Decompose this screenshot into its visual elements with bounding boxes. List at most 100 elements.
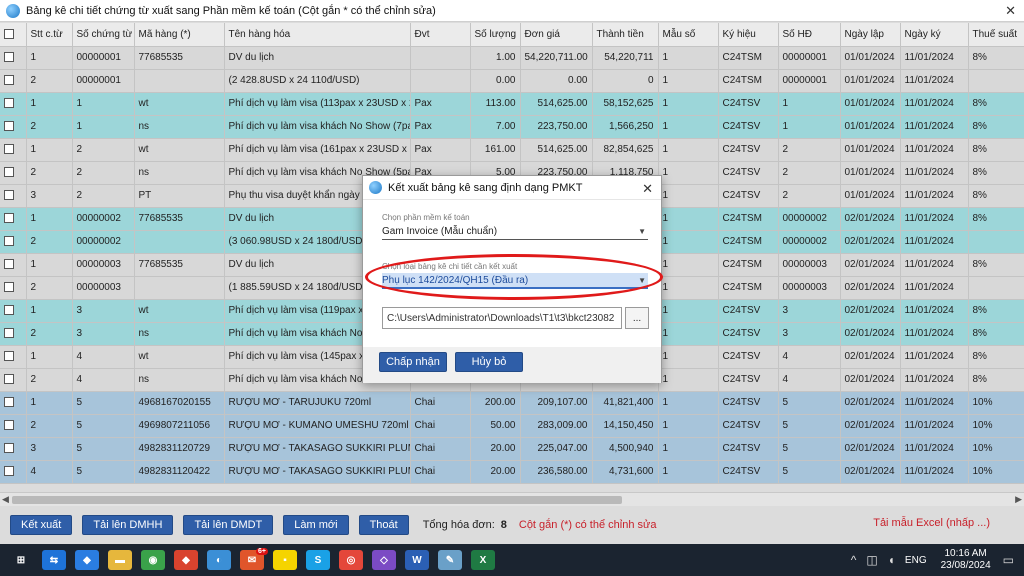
table-cell[interactable]: 11/01/2024 bbox=[900, 391, 969, 415]
app-red-icon[interactable]: ◆ bbox=[174, 550, 198, 570]
table-cell[interactable]: 11/01/2024 bbox=[900, 460, 969, 484]
table-cell[interactable]: 77685535 bbox=[134, 253, 225, 277]
table-cell[interactable]: 02/01/2024 bbox=[840, 322, 901, 346]
column-header[interactable]: Mẫu số bbox=[658, 23, 719, 47]
table-cell[interactable]: 1 bbox=[26, 46, 73, 70]
table-cell[interactable]: 4 bbox=[778, 368, 841, 392]
table-cell[interactable]: 8% bbox=[968, 322, 1024, 346]
table-cell[interactable]: C24TSM bbox=[718, 253, 779, 277]
table-cell[interactable]: 1 bbox=[658, 391, 719, 415]
row-select-cell[interactable] bbox=[0, 207, 27, 231]
table-cell[interactable]: C24TSV bbox=[718, 322, 779, 346]
table-cell[interactable] bbox=[968, 230, 1024, 254]
table-cell[interactable]: 01/01/2024 bbox=[840, 92, 901, 116]
table-cell[interactable]: 3 bbox=[778, 299, 841, 323]
table-cell[interactable]: 00000003 bbox=[778, 253, 841, 277]
table-cell[interactable]: 1 bbox=[778, 92, 841, 116]
table-cell[interactable]: 1 bbox=[778, 115, 841, 139]
table-cell[interactable]: 02/01/2024 bbox=[840, 299, 901, 323]
table-cell[interactable] bbox=[968, 276, 1024, 300]
table-cell[interactable]: 1 bbox=[658, 184, 719, 208]
row-checkbox[interactable] bbox=[4, 328, 14, 339]
table-cell[interactable]: 5 bbox=[72, 460, 135, 484]
table-cell[interactable]: 514,625.00 bbox=[520, 92, 593, 116]
table-cell[interactable]: 01/01/2024 bbox=[840, 138, 901, 162]
table-cell[interactable]: DV du lịch bbox=[224, 46, 411, 70]
chevron-down-icon[interactable]: ▼ bbox=[638, 276, 646, 285]
table-cell[interactable]: 5 bbox=[778, 414, 841, 438]
table-cell[interactable]: 11/01/2024 bbox=[900, 46, 969, 70]
word-icon[interactable]: W bbox=[405, 550, 429, 570]
notifications-icon[interactable]: ▭ bbox=[1003, 553, 1014, 567]
table-cell[interactable]: 41,821,400 bbox=[592, 391, 659, 415]
table-cell[interactable]: 02/01/2024 bbox=[840, 276, 901, 300]
table-cell[interactable]: 1 bbox=[658, 69, 719, 93]
table-row[interactable]: 2 5 4969807211056 RƯỢU MƠ - KUMANO UMESHU 7… bbox=[0, 414, 1024, 438]
table-cell[interactable]: 00000003 bbox=[72, 276, 135, 300]
table-cell[interactable]: 3 bbox=[72, 299, 135, 323]
table-cell[interactable]: 20.00 bbox=[470, 437, 521, 461]
table-cell[interactable]: wt bbox=[134, 299, 225, 323]
column-header[interactable]: Ký hiệu bbox=[718, 23, 779, 47]
row-checkbox[interactable] bbox=[4, 443, 14, 454]
table-cell[interactable]: 8% bbox=[968, 161, 1024, 185]
table-cell[interactable]: 11/01/2024 bbox=[900, 92, 969, 116]
column-header[interactable]: Mã hàng (*) bbox=[134, 23, 225, 47]
table-cell[interactable]: 00000001 bbox=[778, 46, 841, 70]
table-cell[interactable]: 4,500,940 bbox=[592, 437, 659, 461]
table-cell[interactable]: 2 bbox=[26, 69, 73, 93]
paint-icon[interactable]: ✎ bbox=[438, 550, 462, 570]
table-row[interactable]: 1 2 wt Phí dịch vụ làm visa (161pax x 23USD… bbox=[0, 138, 1024, 162]
table-cell[interactable]: 5 bbox=[72, 437, 135, 461]
row-select-cell[interactable] bbox=[0, 92, 27, 116]
table-cell[interactable]: 00000001 bbox=[72, 46, 135, 70]
accept-button[interactable]: Chấp nhận bbox=[379, 352, 447, 372]
table-row[interactable]: 4 5 4982831120422 RƯỢU MƠ - TAKASAGO SUKKIR… bbox=[0, 460, 1024, 484]
table-cell[interactable]: C24TSV bbox=[718, 299, 779, 323]
table-cell[interactable]: 00000002 bbox=[72, 207, 135, 231]
table-cell[interactable]: 3 bbox=[26, 184, 73, 208]
table-cell[interactable]: RƯỢU MƠ - TAKASAGO SUKKIRI PLUM S bbox=[224, 437, 411, 461]
table-cell[interactable]: 11/01/2024 bbox=[900, 230, 969, 254]
table-cell[interactable]: C24TSV bbox=[718, 115, 779, 139]
table-cell[interactable]: Phí dịch vụ làm visa khách No Show (7pa bbox=[224, 115, 411, 139]
row-select-cell[interactable] bbox=[0, 322, 27, 346]
table-cell[interactable]: 2 bbox=[72, 161, 135, 185]
table-cell[interactable]: 223,750.00 bbox=[520, 115, 593, 139]
row-checkbox[interactable] bbox=[4, 213, 14, 224]
table-cell[interactable]: ns bbox=[134, 115, 225, 139]
table-cell[interactable]: 1,566,250 bbox=[592, 115, 659, 139]
table-cell[interactable]: 1 bbox=[658, 92, 719, 116]
table-cell[interactable]: 283,009.00 bbox=[520, 414, 593, 438]
table-cell[interactable]: 1 bbox=[658, 230, 719, 254]
table-cell[interactable]: 50.00 bbox=[470, 414, 521, 438]
column-header[interactable]: Số chứng từ bbox=[72, 23, 135, 47]
table-cell[interactable]: C24TSV bbox=[718, 460, 779, 484]
windows-start-icon[interactable]: ⊞ bbox=[9, 550, 33, 570]
table-cell[interactable]: 2 bbox=[72, 138, 135, 162]
table-cell[interactable]: 8% bbox=[968, 115, 1024, 139]
table-row[interactable]: 1 1 wt Phí dịch vụ làm visa (113pax x 23USD… bbox=[0, 92, 1024, 116]
table-cell[interactable]: 82,854,625 bbox=[592, 138, 659, 162]
table-cell[interactable]: 1 bbox=[26, 345, 73, 369]
row-checkbox[interactable] bbox=[4, 420, 14, 431]
table-row[interactable]: 1 5 4968167020155 RƯỢU MƠ - TARUJUKU 720ml C… bbox=[0, 391, 1024, 415]
table-cell[interactable]: 7.00 bbox=[470, 115, 521, 139]
table-cell[interactable]: 54,220,711.00 bbox=[520, 46, 593, 70]
row-checkbox[interactable] bbox=[4, 236, 14, 247]
table-cell[interactable]: 11/01/2024 bbox=[900, 345, 969, 369]
table-cell[interactable]: 5 bbox=[72, 391, 135, 415]
row-select-cell[interactable] bbox=[0, 414, 27, 438]
scrollbar-thumb[interactable] bbox=[12, 496, 622, 504]
table-cell[interactable]: C24TSM bbox=[718, 46, 779, 70]
table-cell[interactable]: Chai bbox=[410, 414, 471, 438]
column-header[interactable]: Thuế suất bbox=[968, 23, 1024, 47]
table-cell[interactable]: 8% bbox=[968, 46, 1024, 70]
table-cell[interactable]: 8% bbox=[968, 345, 1024, 369]
table-cell[interactable]: Chai bbox=[410, 437, 471, 461]
row-checkbox[interactable] bbox=[4, 305, 14, 316]
table-cell[interactable]: 2 bbox=[778, 184, 841, 208]
table-cell[interactable]: 1 bbox=[658, 368, 719, 392]
table-cell[interactable]: 11/01/2024 bbox=[900, 299, 969, 323]
table-cell[interactable]: 11/01/2024 bbox=[900, 161, 969, 185]
